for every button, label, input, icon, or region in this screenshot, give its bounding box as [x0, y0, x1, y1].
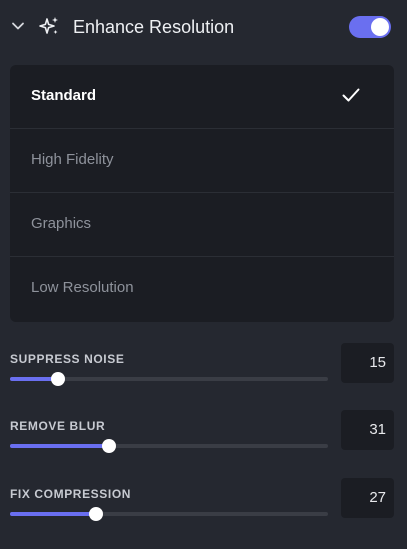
slider-label: REMOVE BLUR [10, 419, 106, 433]
slider-fill [10, 444, 109, 448]
slider-label: FIX COMPRESSION [10, 487, 132, 501]
fix-compression-value-input[interactable]: 27 [341, 478, 394, 518]
option-graphics[interactable]: Graphics [10, 193, 394, 257]
chevron-down-icon[interactable] [11, 19, 25, 33]
option-label: Low Resolution [31, 279, 134, 296]
suppress-noise-slider[interactable] [10, 372, 328, 386]
option-label: Standard [31, 87, 97, 104]
remove-blur-value-input[interactable]: 31 [341, 410, 394, 450]
suppress-noise-value-input[interactable]: 15 [341, 343, 394, 383]
remove-blur-control: REMOVE BLUR 31 [0, 410, 407, 478]
slider-thumb[interactable] [50, 372, 65, 386]
section-title: Enhance Resolution [73, 17, 235, 37]
option-label: High Fidelity [31, 151, 114, 168]
option-standard[interactable]: Standard [10, 65, 394, 129]
slider-fill [10, 512, 96, 516]
toggle-knob [371, 18, 389, 36]
slider-label: SUPPRESS NOISE [10, 352, 125, 366]
resolution-mode-list: Standard High Fidelity Graphics Low Reso… [10, 65, 394, 322]
option-high-fidelity[interactable]: High Fidelity [10, 129, 394, 193]
slider-thumb[interactable] [101, 439, 116, 453]
sparkle-icon [39, 17, 58, 34]
check-icon [342, 88, 360, 102]
section-header[interactable]: Enhance Resolution [0, 0, 407, 56]
suppress-noise-control: SUPPRESS NOISE 15 [0, 343, 407, 411]
option-label: Graphics [31, 215, 92, 232]
option-low-resolution[interactable]: Low Resolution [10, 257, 394, 320]
fix-compression-slider[interactable] [10, 507, 328, 521]
fix-compression-control: FIX COMPRESSION 27 [0, 478, 407, 546]
slider-thumb[interactable] [88, 507, 103, 521]
remove-blur-slider[interactable] [10, 439, 328, 453]
enhance-resolution-toggle[interactable] [349, 16, 391, 38]
